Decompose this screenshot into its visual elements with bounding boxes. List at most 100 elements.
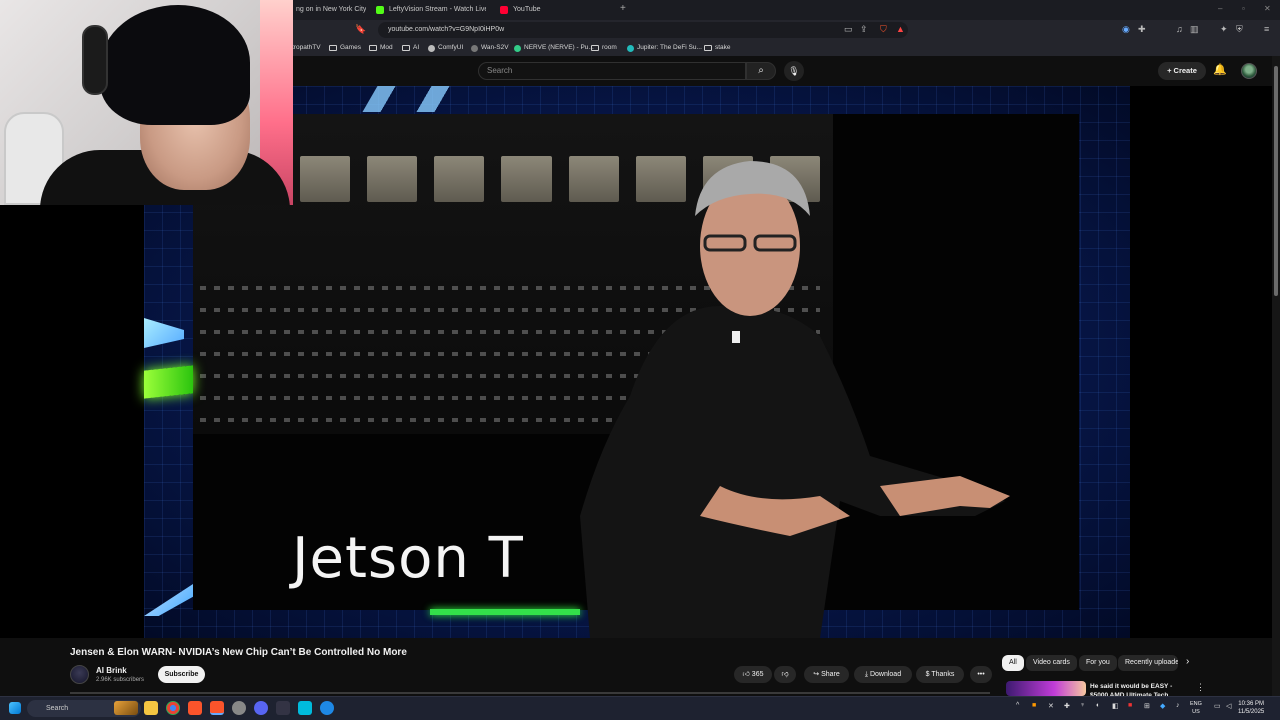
voice-search-button[interactable]: 🎙: [784, 61, 804, 81]
share-button[interactable]: ↪ Share: [804, 666, 849, 683]
chrome-icon[interactable]: [166, 701, 180, 715]
subscriber-count: 2.96K subscribers: [96, 677, 145, 683]
search-input[interactable]: Search: [478, 62, 746, 80]
address-bar[interactable]: youtube.com/watch?v=G9NpI0iHP0w: [378, 22, 908, 38]
network-icon[interactable]: ▭: [1214, 702, 1221, 710]
tray-chevron-icon[interactable]: ^: [1016, 702, 1019, 709]
tray-app-icon[interactable]: ⊞: [1144, 702, 1150, 710]
mic-icon: 🎙: [788, 66, 800, 76]
channel-name[interactable]: AI Brink: [96, 666, 127, 675]
channel-avatar[interactable]: [70, 665, 89, 684]
kebab-menu-icon[interactable]: ⋮: [1196, 682, 1205, 693]
volume-icon[interactable]: ◁: [1226, 702, 1231, 710]
bookmark-folder[interactable]: Games: [329, 42, 361, 54]
share-icon: ↪: [813, 671, 820, 678]
bookmark-folder[interactable]: stake: [704, 42, 731, 54]
tab-title: YouTube: [513, 6, 541, 13]
maximize-icon[interactable]: ▫: [1242, 4, 1245, 13]
app-icon[interactable]: [276, 701, 290, 715]
video-light-streak: [362, 86, 468, 112]
brave-active-icon[interactable]: [210, 701, 224, 715]
subscribe-button[interactable]: Subscribe: [158, 666, 205, 683]
menu-icon[interactable]: ≡: [1264, 24, 1269, 34]
browser-tab-3-active[interactable]: YouTube: [500, 2, 612, 18]
bookmark-item[interactable]: Wan-S2V: [471, 42, 509, 54]
bookmark-item[interactable]: Jupiter: The DeFi Su...: [627, 42, 702, 54]
thanks-button[interactable]: $ Thanks: [916, 666, 964, 683]
tray-app-icon[interactable]: ♆: [1080, 702, 1085, 709]
bookmark-folder[interactable]: AI: [402, 42, 419, 54]
share-page-icon[interactable]: ⇪: [860, 24, 868, 35]
minimize-icon[interactable]: –: [1218, 4, 1222, 13]
brave-shield-icon[interactable]: ⛉: [880, 24, 887, 35]
tray-app-icon[interactable]: ◆: [1160, 702, 1165, 710]
video-title: Jensen & Elon WARN- NVIDIA’s New Chip Ca…: [70, 647, 407, 658]
leo-icon[interactable]: ✦: [1220, 24, 1228, 35]
like-button[interactable]: 👍︎ 365: [734, 666, 772, 683]
tray-app-icon[interactable]: ◐: [1096, 702, 1100, 709]
dislike-button[interactable]: 👎︎: [774, 666, 796, 683]
folder-icon: [369, 45, 377, 51]
bookmark-folder[interactable]: room: [591, 42, 617, 54]
tab-title: ng on in New York City?: [296, 6, 366, 13]
widget-icon[interactable]: [114, 701, 138, 715]
folder-icon: [402, 45, 410, 51]
tray-mic-icon[interactable]: ♪: [1176, 702, 1180, 709]
headset: [82, 25, 108, 95]
system-clock[interactable]: 10:36 PM 11/5/2025: [1238, 700, 1264, 716]
recommended-thumbnail[interactable]: [1006, 681, 1086, 696]
language-indicator[interactable]: ENG US: [1190, 700, 1202, 716]
folder-icon: [329, 45, 337, 51]
browser-tab-1[interactable]: ng on in New York City?: [296, 2, 366, 18]
tray-app-icon[interactable]: ◧: [1112, 702, 1119, 710]
file-explorer-icon[interactable]: [144, 701, 158, 715]
more-actions-button[interactable]: •••: [970, 666, 992, 683]
discord-icon[interactable]: [254, 701, 268, 715]
sidebar-icon[interactable]: ▥: [1190, 24, 1199, 35]
app-icon[interactable]: [320, 701, 334, 715]
tray-app-icon[interactable]: ■: [1032, 702, 1036, 709]
tab-title: LeftyVision Stream - Watch Live on: [389, 6, 486, 13]
chip-video-cards[interactable]: Video cards: [1026, 655, 1077, 671]
browser-tab-2[interactable]: LeftyVision Stream - Watch Live on: [376, 2, 486, 18]
create-button[interactable]: + Create: [1158, 62, 1206, 80]
vpn-icon[interactable]: ⛨: [1236, 24, 1243, 35]
bookmark-icon[interactable]: 🔖: [355, 24, 366, 35]
chip-for-you[interactable]: For you: [1079, 655, 1117, 671]
thumbs-up-icon: 👍︎: [742, 671, 750, 678]
account-avatar[interactable]: [1241, 63, 1257, 79]
thanks-icon: $: [925, 671, 930, 678]
windows-start-icon[interactable]: [9, 702, 21, 714]
thumbs-down-icon: 👎︎: [781, 671, 789, 678]
bookmark-item[interactable]: NERVE (NERVE) - Pu...: [514, 42, 594, 54]
extension-icon[interactable]: ◉: [1122, 24, 1130, 35]
download-button[interactable]: ⤓ Download: [854, 666, 912, 683]
screen-icon[interactable]: ▭: [844, 24, 853, 35]
bookmark-item[interactable]: ComfyUI: [428, 42, 463, 54]
settings-gear-icon[interactable]: [232, 701, 246, 715]
youtube-icon: [500, 6, 508, 14]
logitech-icon[interactable]: [298, 701, 312, 715]
tray-app-icon[interactable]: ✚: [1064, 702, 1070, 710]
chip-recently-uploaded[interactable]: Recently uploaded: [1118, 655, 1178, 671]
close-icon[interactable]: ✕: [1264, 4, 1271, 13]
site-icon: [428, 44, 435, 52]
bookmark-folder[interactable]: Mod: [369, 42, 393, 54]
video-caption-text: Jetson T: [292, 526, 524, 591]
new-tab-button[interactable]: +: [620, 3, 626, 14]
chevron-right-icon[interactable]: ›: [1186, 656, 1189, 667]
page-scrollbar[interactable]: [1272, 56, 1280, 696]
brave-rewards-icon[interactable]: ▲: [896, 24, 905, 34]
extensions-icon[interactable]: ✚: [1138, 24, 1146, 35]
search-button[interactable]: ⌕: [746, 62, 776, 80]
chip-all[interactable]: All: [1002, 655, 1024, 671]
folder-icon: [704, 45, 712, 51]
tray-app-icon[interactable]: ✕: [1048, 702, 1054, 710]
bookmark-item[interactable]: tropathTV: [292, 42, 321, 54]
media-icon[interactable]: ♫: [1176, 24, 1183, 34]
site-icon: [627, 44, 634, 52]
webcam-overlay: [0, 0, 293, 205]
notifications-bell-icon[interactable]: 🔔: [1213, 63, 1227, 76]
brave-icon[interactable]: [188, 701, 202, 715]
tray-app-icon[interactable]: ■: [1128, 702, 1132, 709]
